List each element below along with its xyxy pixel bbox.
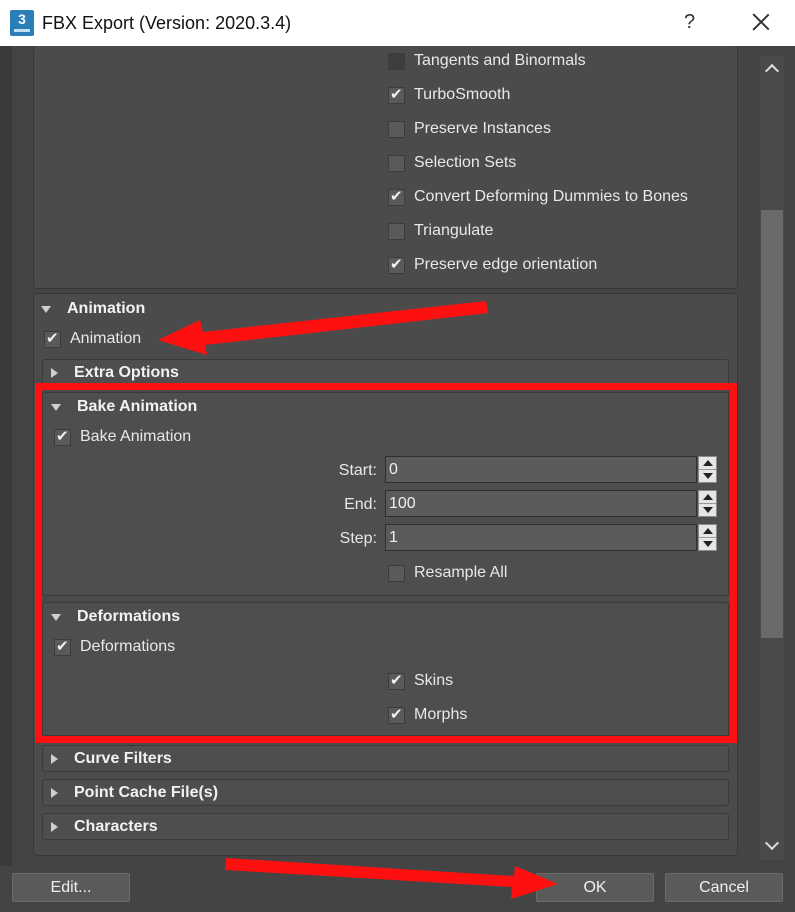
animation-section-header[interactable]: Animation bbox=[41, 300, 145, 318]
option-preserve-edge[interactable]: Preserve edge orientation bbox=[388, 255, 598, 274]
option-convert-dummies[interactable]: Convert Deforming Dummies to Bones bbox=[388, 187, 688, 206]
extra-options-title: Extra Options bbox=[74, 364, 179, 381]
convert-dummies-checkbox[interactable] bbox=[388, 187, 405, 206]
option-turbosmooth[interactable]: TurboSmooth bbox=[388, 85, 511, 104]
point-cache-header[interactable]: Point Cache File(s) bbox=[51, 784, 218, 802]
vertical-scrollbar[interactable] bbox=[760, 56, 784, 860]
expand-triangle-icon bbox=[51, 754, 58, 764]
option-triangulate[interactable]: Triangulate bbox=[388, 222, 493, 240]
turbosmooth-checkbox[interactable] bbox=[388, 85, 405, 104]
expand-triangle-icon bbox=[51, 368, 58, 378]
scroll-down-icon[interactable] bbox=[764, 835, 780, 851]
close-icon[interactable] bbox=[750, 11, 772, 33]
characters-header[interactable]: Characters bbox=[51, 818, 158, 836]
extra-options-header[interactable]: Extra Options bbox=[51, 364, 179, 382]
scroll-up-icon[interactable] bbox=[764, 63, 780, 79]
animation-checkbox[interactable] bbox=[44, 329, 61, 348]
edit-button[interactable]: Edit... bbox=[12, 873, 130, 902]
title-bar: 3 FBX Export (Version: 2020.3.4) ? bbox=[0, 0, 795, 46]
preserve-edge-checkbox[interactable] bbox=[388, 255, 405, 274]
curve-filters-title: Curve Filters bbox=[74, 750, 172, 767]
expand-triangle-icon bbox=[51, 788, 58, 798]
animation-option[interactable]: Animation bbox=[44, 329, 142, 348]
expand-triangle-icon bbox=[51, 822, 58, 832]
triangulate-label: Triangulate bbox=[414, 222, 494, 239]
characters-title: Characters bbox=[74, 818, 158, 835]
convert-dummies-label: Convert Deforming Dummies to Bones bbox=[414, 188, 688, 205]
point-cache-title: Point Cache File(s) bbox=[74, 784, 219, 801]
scrollbar-thumb[interactable] bbox=[761, 210, 783, 638]
option-tangents-binormals[interactable]: Tangents and Binormals bbox=[388, 52, 586, 70]
help-button[interactable]: ? bbox=[684, 11, 695, 34]
curve-filters-header[interactable]: Curve Filters bbox=[51, 750, 172, 768]
left-gutter bbox=[0, 46, 12, 866]
collapse-triangle-icon bbox=[41, 305, 51, 313]
geometry-panel bbox=[33, 46, 738, 289]
cancel-button[interactable]: Cancel bbox=[665, 873, 783, 902]
window-title: FBX Export (Version: 2020.3.4) bbox=[42, 13, 292, 33]
preserve-instances-label: Preserve Instances bbox=[414, 120, 551, 137]
turbosmooth-label: TurboSmooth bbox=[414, 86, 511, 103]
highlight-box bbox=[35, 383, 737, 743]
tangents-label: Tangents and Binormals bbox=[414, 52, 586, 69]
animation-section-title: Animation bbox=[67, 300, 146, 317]
ok-button[interactable]: OK bbox=[536, 873, 654, 902]
option-selection-sets[interactable]: Selection Sets bbox=[388, 154, 516, 172]
preserve-instances-checkbox[interactable] bbox=[388, 120, 405, 138]
preserve-edge-label: Preserve edge orientation bbox=[414, 256, 598, 273]
animation-label: Animation bbox=[70, 330, 142, 347]
triangulate-checkbox[interactable] bbox=[388, 222, 405, 240]
3ds-max-app-icon: 3 bbox=[10, 10, 34, 36]
option-preserve-instances[interactable]: Preserve Instances bbox=[388, 120, 551, 138]
selection-sets-checkbox[interactable] bbox=[388, 154, 405, 172]
tangents-checkbox[interactable] bbox=[388, 52, 405, 70]
selection-sets-label: Selection Sets bbox=[414, 154, 517, 171]
